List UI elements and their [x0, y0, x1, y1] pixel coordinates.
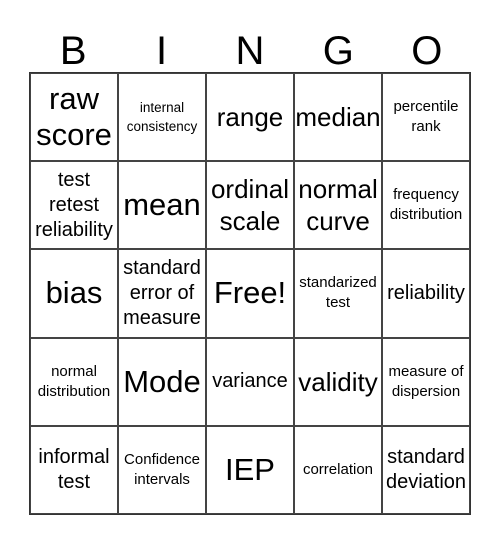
cell-text: informal test: [38, 445, 110, 493]
cell-text: normal distribution: [37, 362, 111, 400]
bingo-cell[interactable]: standarized test: [294, 249, 382, 338]
cell-text: variance: [212, 370, 288, 393]
bingo-cell[interactable]: median: [294, 73, 382, 162]
bingo-cell[interactable]: ordinal scale: [206, 161, 294, 250]
bingo-cell[interactable]: standard deviation: [382, 425, 470, 514]
header-letter: I: [156, 29, 168, 73]
cell-text: test retest reliability: [35, 168, 113, 241]
bingo-cell[interactable]: variance: [206, 337, 294, 426]
bingo-cell[interactable]: Mode: [118, 337, 206, 426]
header-letter: B: [59, 29, 87, 73]
bingo-cell[interactable]: measure of dispersion: [382, 337, 470, 426]
cell-text: percentile rank: [393, 98, 459, 136]
bingo-cell[interactable]: Confidence intervals: [118, 425, 206, 514]
cell-text: range: [216, 102, 284, 133]
bingo-cell[interactable]: informal test: [30, 425, 118, 514]
bingo-cell[interactable]: Free!: [206, 249, 294, 338]
cell-text: measure of dispersion: [388, 362, 464, 400]
bingo-header: B I N G O: [29, 28, 471, 74]
bingo-cell[interactable]: correlation: [294, 425, 382, 514]
bingo-cell[interactable]: internal consistency: [118, 73, 206, 162]
cell-text: internal consistency: [126, 100, 198, 135]
cell-text: standarized test: [299, 274, 377, 312]
cell-text: normal curve: [298, 174, 378, 237]
cell-text: frequency distribution: [389, 186, 463, 224]
cell-text: standard error of measure: [123, 256, 201, 329]
header-letter: G: [322, 29, 354, 73]
cell-text: mean: [123, 187, 201, 223]
bingo-cell[interactable]: bias: [30, 249, 118, 338]
bingo-cell[interactable]: frequency distribution: [382, 161, 470, 250]
cell-text: standard deviation: [385, 445, 467, 493]
cell-text: Confidence intervals: [124, 450, 200, 488]
cell-text: reliability: [387, 281, 465, 304]
cell-text: Mode: [123, 363, 201, 399]
cell-text: Free!: [213, 275, 287, 311]
cell-text: validity: [298, 366, 378, 397]
bingo-cell[interactable]: range: [206, 73, 294, 162]
bingo-cell[interactable]: percentile rank: [382, 73, 470, 162]
bingo-cell[interactable]: mean: [118, 161, 206, 250]
bingo-cell[interactable]: raw score: [30, 73, 118, 162]
cell-text: correlation: [302, 460, 374, 478]
bingo-cell[interactable]: IEP: [206, 425, 294, 514]
cell-text: IEP: [225, 451, 275, 487]
bingo-grid: raw score internal consistency range median…: [29, 72, 471, 515]
bingo-cell[interactable]: validity: [294, 337, 382, 426]
cell-text: bias: [45, 275, 103, 311]
bingo-cell[interactable]: test retest reliability: [30, 161, 118, 250]
header-letter: N: [235, 29, 265, 73]
header-letter: O: [411, 29, 443, 73]
cell-text: raw score: [36, 81, 112, 153]
bingo-cell[interactable]: normal curve: [294, 161, 382, 250]
bingo-cell[interactable]: normal distribution: [30, 337, 118, 426]
cell-text: median: [295, 102, 381, 133]
cell-text: ordinal scale: [210, 174, 290, 237]
bingo-cell[interactable]: standard error of measure: [118, 249, 206, 338]
bingo-cell[interactable]: reliability: [382, 249, 470, 338]
